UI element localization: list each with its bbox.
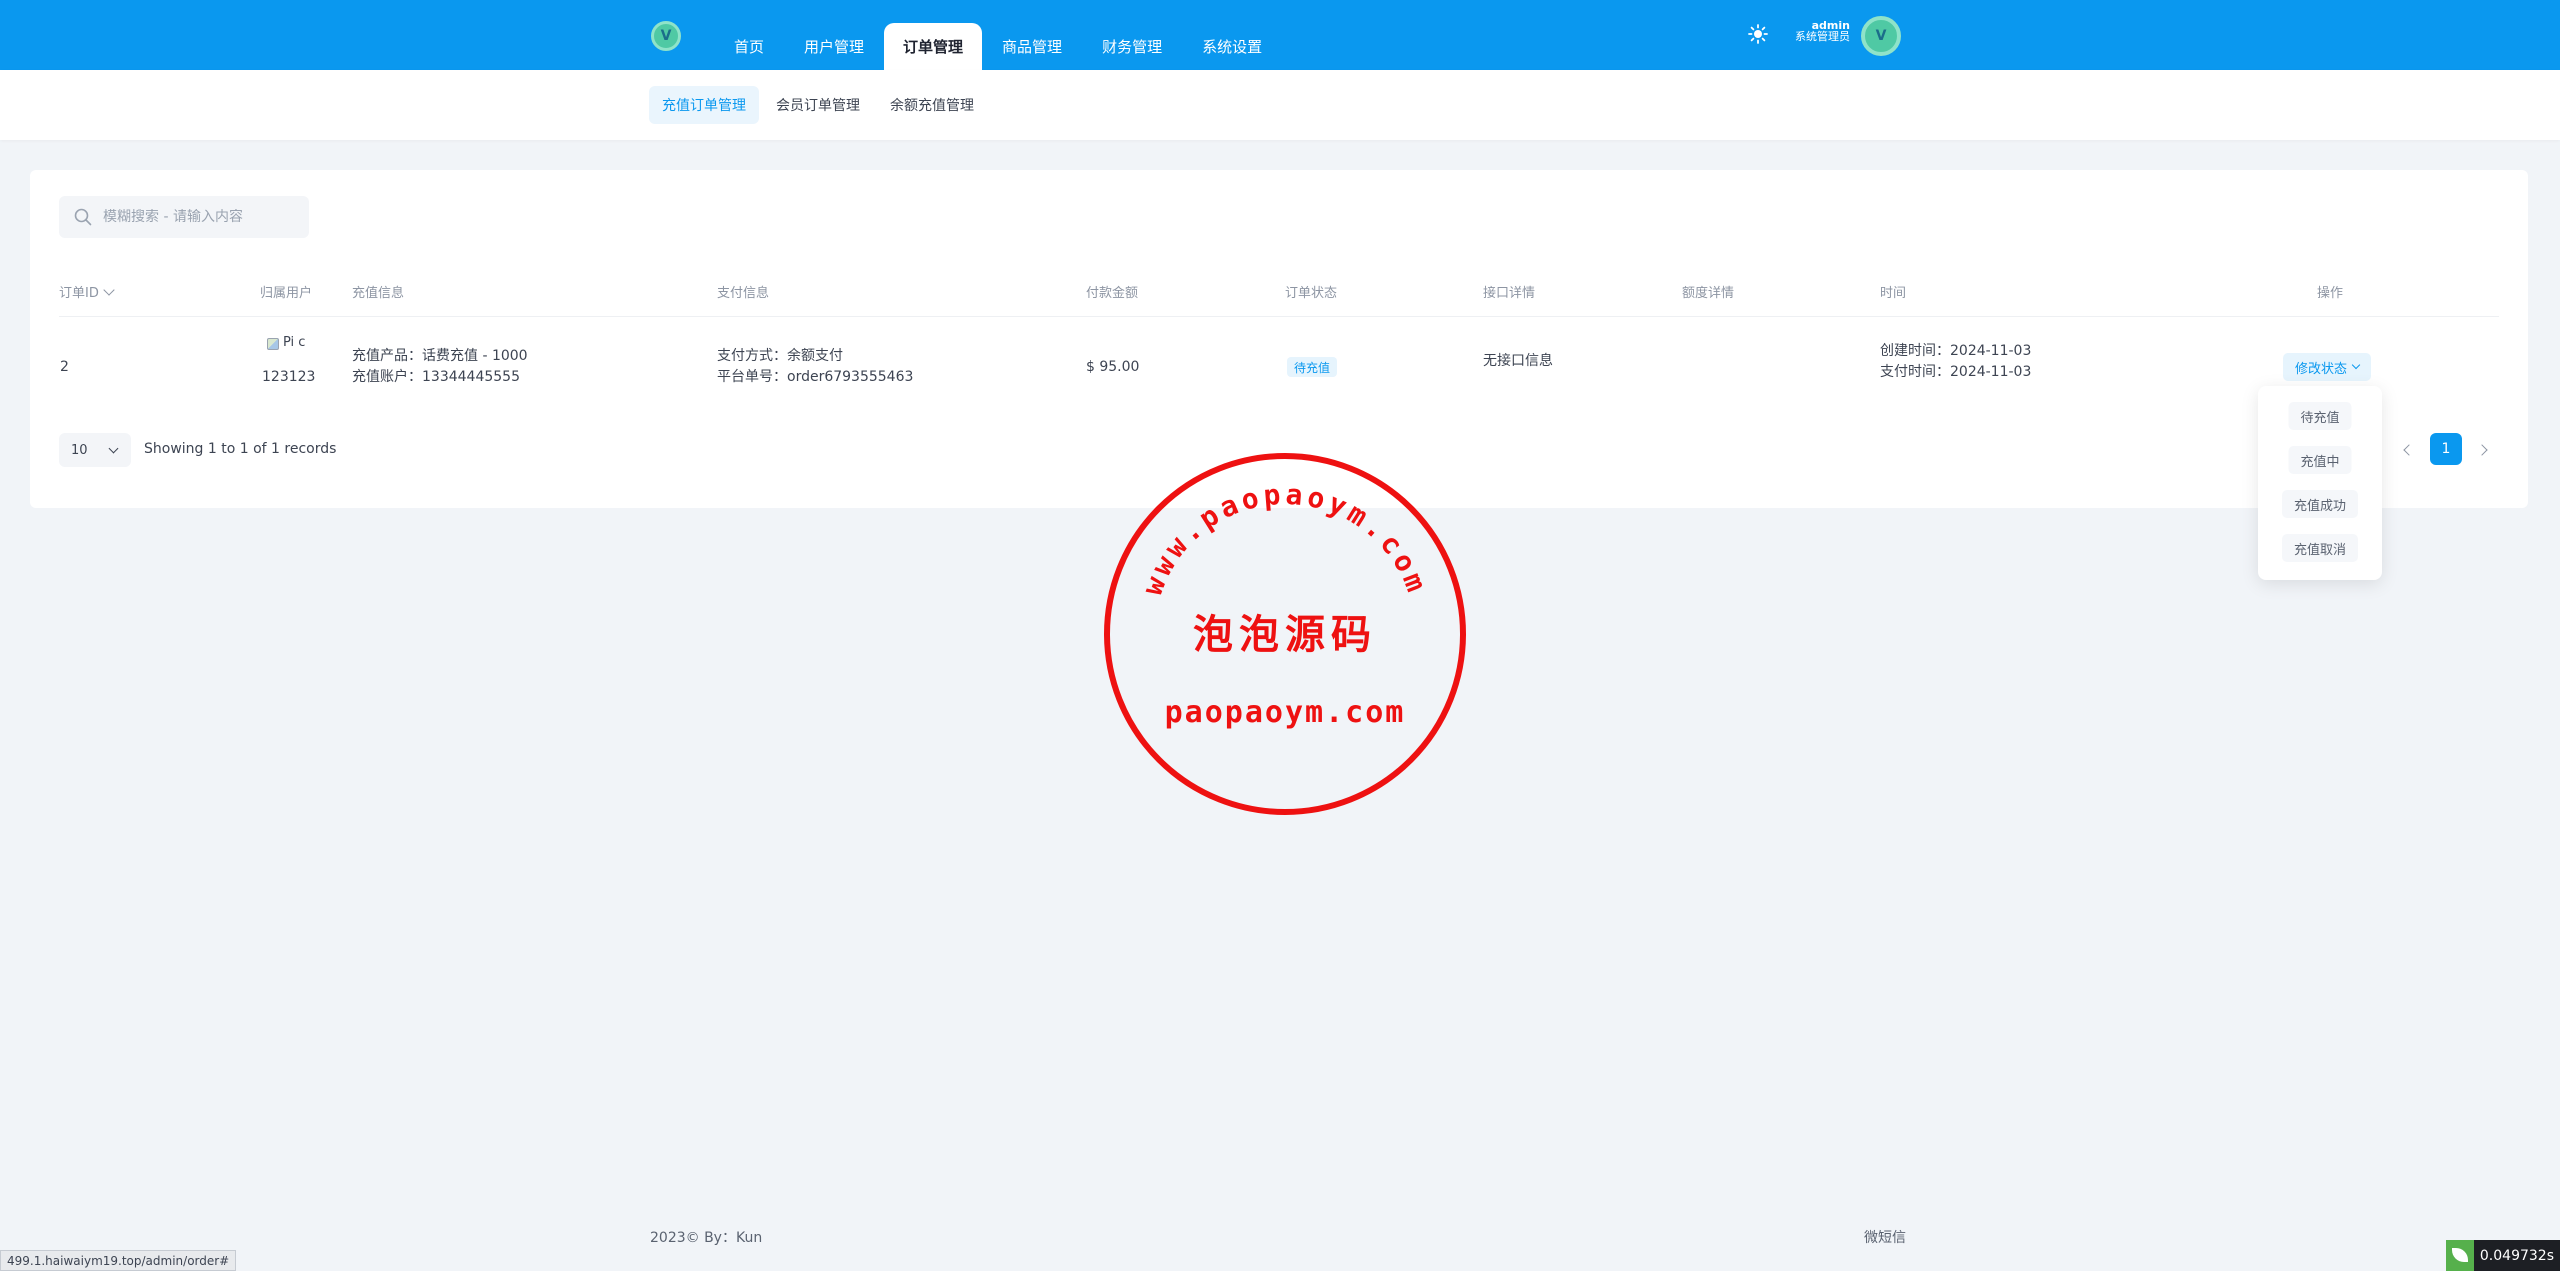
platform-order-no: 平台单号：order6793555463 (717, 369, 914, 385)
chevron-right-icon (2476, 444, 2488, 456)
broken-image-icon (267, 338, 279, 350)
column-header-actions: 操作 (2317, 286, 2344, 301)
chevron-down-icon (2351, 360, 2361, 370)
header-divider (59, 316, 2499, 317)
avatar[interactable]: V (1861, 16, 1901, 56)
column-header-interface: 接口详情 (1483, 286, 1536, 301)
recharge-product: 充值产品：话费充值 - 1000 (352, 348, 528, 364)
search-box (59, 196, 309, 238)
watermark-center-text: 泡泡源码 (1193, 611, 1377, 658)
status-badge: 待充值 (1287, 357, 1338, 377)
column-header-label: 订单ID (59, 286, 99, 301)
amount-cell: $ 95.00 (1086, 359, 1140, 375)
nav-home[interactable]: 首页 (714, 23, 784, 70)
search-input[interactable] (103, 209, 303, 225)
watermark-stamp: www.paopaoym.com 泡泡源码 paopaoym.com (1104, 453, 1466, 815)
column-header-order-id[interactable]: 订单ID (59, 282, 115, 301)
pay-method: 支付方式：余额支付 (717, 348, 843, 364)
user-img-alt: Pi c (283, 335, 306, 350)
status-option-pending[interactable]: 待充值 (2288, 402, 2352, 430)
nav-products[interactable]: 商品管理 (982, 23, 1082, 70)
load-timer: 0.049732s (2445, 1240, 2560, 1271)
nav-settings[interactable]: 系统设置 (1182, 23, 1282, 70)
nav-orders[interactable]: 订单管理 (884, 23, 983, 70)
load-time: 0.049732s (2479, 1247, 2554, 1264)
top-nav-bar: V 首页 用户管理 订单管理 商品管理 财务管理 系统设置 admin 系统管理… (0, 0, 2560, 70)
column-header-user: 归属用户 (260, 286, 313, 301)
user-role: 系统管理员 (1795, 30, 1850, 43)
theme-toggle-sun-icon[interactable] (1748, 24, 1768, 44)
tab-recharge-orders[interactable]: 充值订单管理 (649, 86, 759, 124)
chevron-down-icon (108, 443, 119, 453)
watermark-arc-text: www.paopaoym.com (1136, 478, 1435, 600)
prev-page-button[interactable] (2397, 438, 2421, 462)
leaf-icon (2445, 1240, 2474, 1271)
avatar-text: V (1875, 28, 1887, 44)
logo[interactable]: V (651, 21, 681, 51)
status-option-cancelled[interactable]: 充值取消 (2281, 534, 2359, 562)
footer-copyright: 2023© By：Kun (650, 1230, 763, 1246)
column-header-quota: 额度详情 (1682, 286, 1735, 301)
created-time: 创建时间：2024-11-03 (1880, 343, 2032, 359)
column-header-recharge-info: 充值信息 (352, 286, 405, 301)
tab-balance-recharge[interactable]: 余额充值管理 (877, 86, 987, 124)
change-status-button[interactable]: 修改状态 (2283, 353, 2372, 381)
tab-member-orders[interactable]: 会员订单管理 (763, 86, 873, 124)
page-size-select[interactable]: 10 (59, 433, 131, 467)
nav-finance[interactable]: 财务管理 (1082, 23, 1182, 70)
status-url: 499.1.haiwaiym19.top/admin/order# (0, 1250, 237, 1271)
column-header-status: 订单状态 (1285, 286, 1338, 301)
column-header-time: 时间 (1880, 286, 1907, 301)
interface-cell: 无接口信息 (1483, 353, 1553, 369)
search-icon (74, 208, 92, 226)
paid-time: 支付时间：2024-11-03 (1880, 364, 2032, 380)
main-nav: 首页 用户管理 订单管理 商品管理 财务管理 系统设置 (714, 23, 1282, 70)
user-name-cell[interactable]: 123123 (262, 367, 315, 388)
watermark-bottom-text: paopaoym.com (1165, 695, 1406, 730)
chevron-left-icon (2403, 444, 2415, 456)
order-id-cell: 2 (60, 359, 69, 375)
column-header-amount: 付款金额 (1086, 286, 1139, 301)
change-status-label: 修改状态 (2295, 361, 2348, 377)
records-info: Showing 1 to 1 of 1 records (144, 441, 337, 457)
sub-tabs: 充值订单管理 会员订单管理 余额充值管理 (649, 86, 987, 124)
next-page-button[interactable] (2470, 438, 2494, 462)
nav-users[interactable]: 用户管理 (784, 23, 884, 70)
logo-text: V (660, 28, 672, 44)
page-size-value: 10 (71, 442, 88, 458)
page-button-current[interactable]: 1 (2430, 433, 2462, 465)
recharge-account: 充值账户：13344445555 (352, 369, 520, 385)
sort-chevron-icon[interactable] (103, 284, 115, 296)
footer-link[interactable]: 微短信 (1864, 1227, 1906, 1247)
sub-nav-bar: 充值订单管理 会员订单管理 余额充值管理 (0, 70, 2560, 140)
column-header-payment-info: 支付信息 (717, 286, 770, 301)
status-option-processing[interactable]: 充值中 (2288, 446, 2352, 474)
status-dropdown-menu: 待充值 充值中 充值成功 充值取消 (2258, 386, 2382, 580)
status-option-success[interactable]: 充值成功 (2281, 490, 2359, 518)
